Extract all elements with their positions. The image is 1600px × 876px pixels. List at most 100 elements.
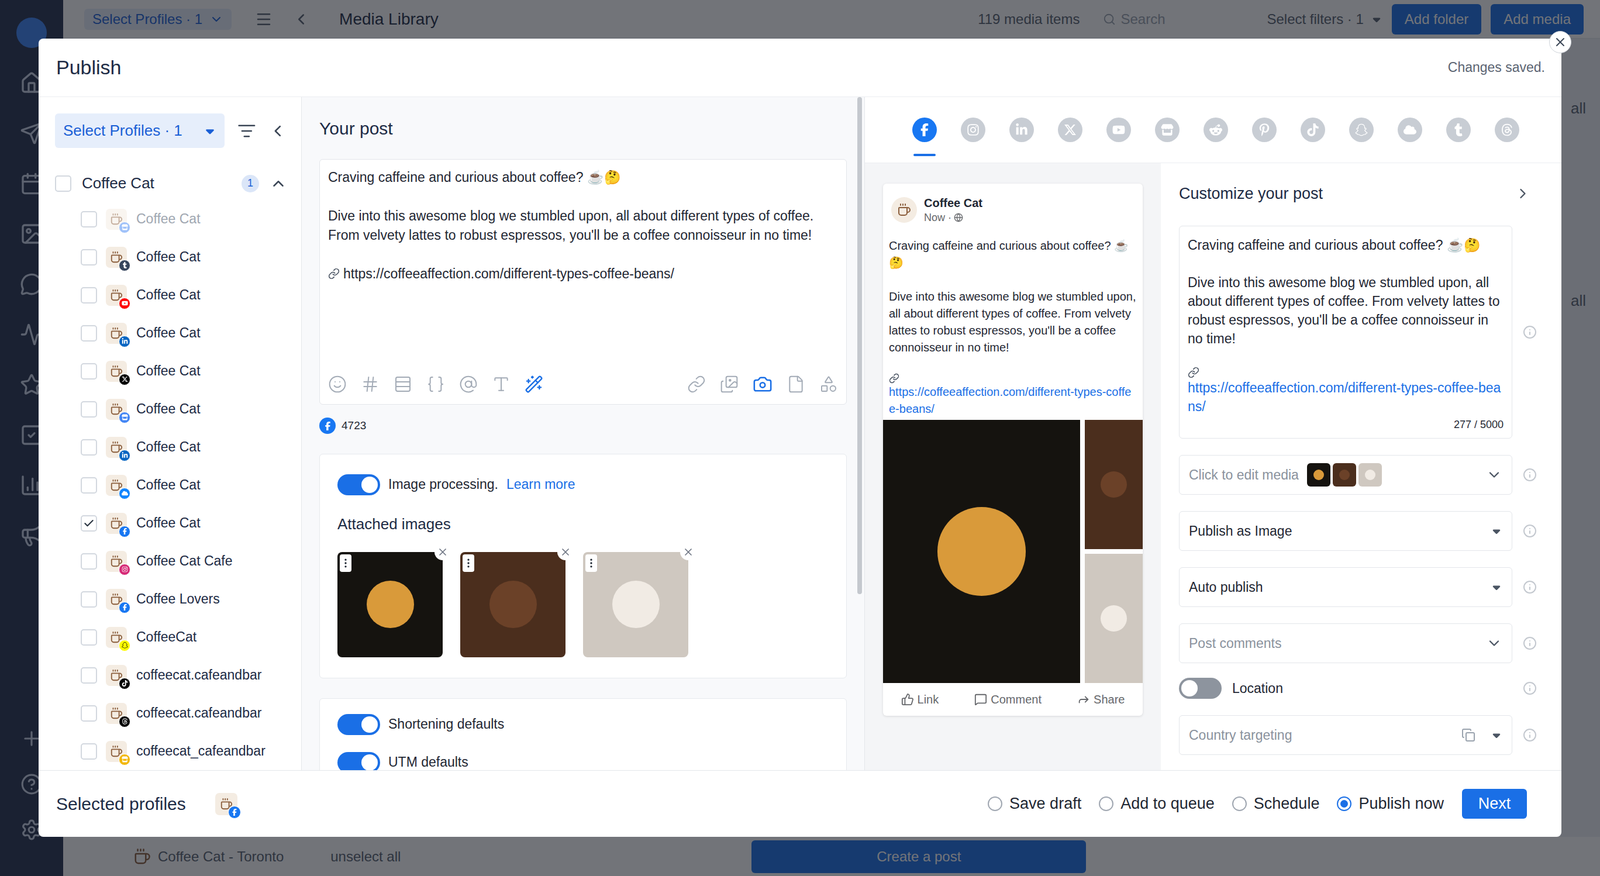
learn-more-link[interactable]: Learn more bbox=[506, 474, 576, 495]
preview-action[interactable]: Share bbox=[1077, 690, 1125, 709]
media-field[interactable]: Click to edit media bbox=[1178, 454, 1513, 495]
network-tab[interactable] bbox=[1009, 117, 1034, 143]
shapes-icon[interactable] bbox=[819, 374, 839, 394]
info-icon[interactable] bbox=[1522, 325, 1537, 340]
toolbar-icon[interactable] bbox=[459, 374, 478, 394]
toolbar-icon[interactable] bbox=[426, 374, 446, 394]
preview-link[interactable]: https://coffeeaffection.com/different-ty… bbox=[888, 383, 1137, 418]
toolbar-icon[interactable] bbox=[687, 374, 706, 394]
publish-option[interactable]: Save draft bbox=[987, 791, 1082, 816]
info-icon[interactable] bbox=[1522, 681, 1537, 696]
image-menu-button[interactable] bbox=[585, 554, 598, 572]
toolbar-icon[interactable] bbox=[491, 374, 511, 394]
chevron-right-icon[interactable] bbox=[1514, 185, 1531, 202]
remove-image-button[interactable] bbox=[434, 543, 451, 561]
attached-image[interactable] bbox=[337, 552, 443, 658]
attached-image[interactable] bbox=[460, 552, 566, 658]
attached-image[interactable] bbox=[583, 552, 689, 658]
preview-action[interactable]: Comment bbox=[974, 690, 1042, 709]
network-tab[interactable] bbox=[1494, 117, 1520, 143]
info-icon[interactable] bbox=[1522, 523, 1537, 539]
network-tab[interactable] bbox=[1154, 117, 1180, 143]
publish-option[interactable]: Add to queue bbox=[1098, 791, 1215, 816]
chevron-up-icon[interactable] bbox=[269, 174, 288, 193]
info-icon[interactable] bbox=[1522, 467, 1537, 482]
profile-checkbox[interactable] bbox=[80, 477, 98, 494]
profile-checkbox[interactable] bbox=[80, 629, 98, 646]
targeting-field[interactable]: Country targeting bbox=[1178, 715, 1513, 755]
profile-checkbox[interactable] bbox=[80, 211, 98, 228]
network-tab[interactable] bbox=[960, 117, 986, 143]
profile-item[interactable]: coffeecat_cafeandbar bbox=[38, 732, 302, 771]
next-button[interactable]: Next bbox=[1461, 788, 1527, 819]
profile-item[interactable]: Coffee Cat bbox=[38, 238, 302, 277]
publish-option[interactable]: Publish now bbox=[1336, 791, 1444, 816]
profile-item[interactable]: Coffee Cat bbox=[38, 200, 302, 239]
profile-item[interactable]: CoffeeCat bbox=[38, 618, 302, 657]
custom-text-editor[interactable]: Craving caffeine and curious about coffe… bbox=[1178, 225, 1513, 439]
filter-icon[interactable] bbox=[237, 121, 257, 141]
publish-option[interactable]: Schedule bbox=[1232, 791, 1320, 816]
network-tab[interactable] bbox=[1300, 117, 1326, 143]
image-menu-button[interactable] bbox=[339, 554, 352, 572]
toolbar-icon[interactable] bbox=[360, 374, 380, 394]
custom-link[interactable]: https://coffeeaffection.com/different-ty… bbox=[1187, 378, 1504, 416]
preview-action[interactable]: Link bbox=[901, 690, 940, 709]
network-tab[interactable] bbox=[1057, 117, 1083, 143]
profile-item[interactable]: Coffee Lovers bbox=[38, 580, 302, 619]
radio-button[interactable] bbox=[1336, 796, 1352, 812]
location-toggle[interactable] bbox=[1178, 677, 1222, 699]
post-editor[interactable]: Craving caffeine and curious about coffe… bbox=[319, 159, 847, 405]
remove-image-button[interactable] bbox=[557, 543, 574, 561]
network-tab[interactable] bbox=[1349, 117, 1374, 143]
profile-checkbox[interactable] bbox=[80, 439, 98, 456]
camera-icon[interactable] bbox=[752, 374, 773, 395]
profile-item[interactable]: coffeecat.cafeandbar bbox=[38, 656, 302, 695]
settings-toggle[interactable] bbox=[337, 752, 381, 771]
settings-toggle[interactable] bbox=[337, 714, 381, 736]
copy-icon[interactable] bbox=[1461, 728, 1476, 743]
remove-image-button[interactable] bbox=[680, 543, 697, 561]
toolbar-icon[interactable] bbox=[719, 374, 739, 394]
profile-checkbox[interactable] bbox=[80, 249, 98, 266]
info-icon[interactable] bbox=[1522, 580, 1537, 595]
selected-profile-avatar[interactable] bbox=[215, 792, 238, 816]
info-icon[interactable] bbox=[1522, 636, 1537, 651]
profile-checkbox[interactable] bbox=[80, 515, 98, 532]
radio-button[interactable] bbox=[1232, 796, 1247, 812]
ai-assist-icon[interactable] bbox=[524, 374, 544, 394]
profile-checkbox[interactable] bbox=[80, 667, 98, 684]
close-modal-button[interactable] bbox=[1549, 30, 1572, 54]
collapse-icon[interactable] bbox=[268, 121, 288, 141]
profile-item[interactable]: Coffee Cat bbox=[38, 352, 302, 391]
group-checkbox[interactable] bbox=[54, 175, 72, 192]
toolbar-icon[interactable] bbox=[393, 374, 413, 394]
profile-checkbox[interactable] bbox=[80, 287, 98, 304]
network-tab[interactable] bbox=[1397, 117, 1423, 143]
network-tab[interactable] bbox=[1106, 117, 1131, 143]
profile-item[interactable]: Coffee Cat Cafe bbox=[38, 542, 302, 581]
network-tab[interactable] bbox=[1446, 117, 1471, 143]
profile-checkbox[interactable] bbox=[80, 705, 98, 722]
image-menu-button[interactable] bbox=[462, 554, 475, 572]
profile-item[interactable]: Coffee Cat bbox=[38, 390, 302, 429]
radio-button[interactable] bbox=[987, 796, 1003, 812]
file-icon[interactable] bbox=[786, 374, 806, 394]
network-tab[interactable] bbox=[1252, 117, 1277, 143]
profile-item[interactable]: coffeecat.cafeandbar bbox=[38, 694, 302, 733]
profile-checkbox[interactable] bbox=[80, 325, 98, 342]
select-profiles-button[interactable]: Select Profiles · 1 bbox=[54, 113, 225, 148]
select-field[interactable]: Auto publish bbox=[1178, 567, 1513, 608]
toolbar-icon[interactable] bbox=[328, 374, 347, 394]
image-processing-toggle[interactable] bbox=[337, 474, 381, 496]
profile-item[interactable]: Coffee Cat bbox=[38, 428, 302, 467]
profile-item[interactable]: Coffee Cat bbox=[38, 276, 302, 315]
profile-item[interactable]: Coffee Cat bbox=[38, 314, 302, 353]
scrollbar-thumb[interactable] bbox=[857, 97, 862, 595]
profile-checkbox[interactable] bbox=[80, 363, 98, 380]
profile-checkbox[interactable] bbox=[80, 591, 98, 608]
network-tab[interactable] bbox=[912, 117, 937, 143]
network-tab[interactable] bbox=[1203, 117, 1229, 143]
radio-button[interactable] bbox=[1098, 796, 1114, 812]
accordion-field[interactable]: Post comments bbox=[1178, 623, 1513, 664]
